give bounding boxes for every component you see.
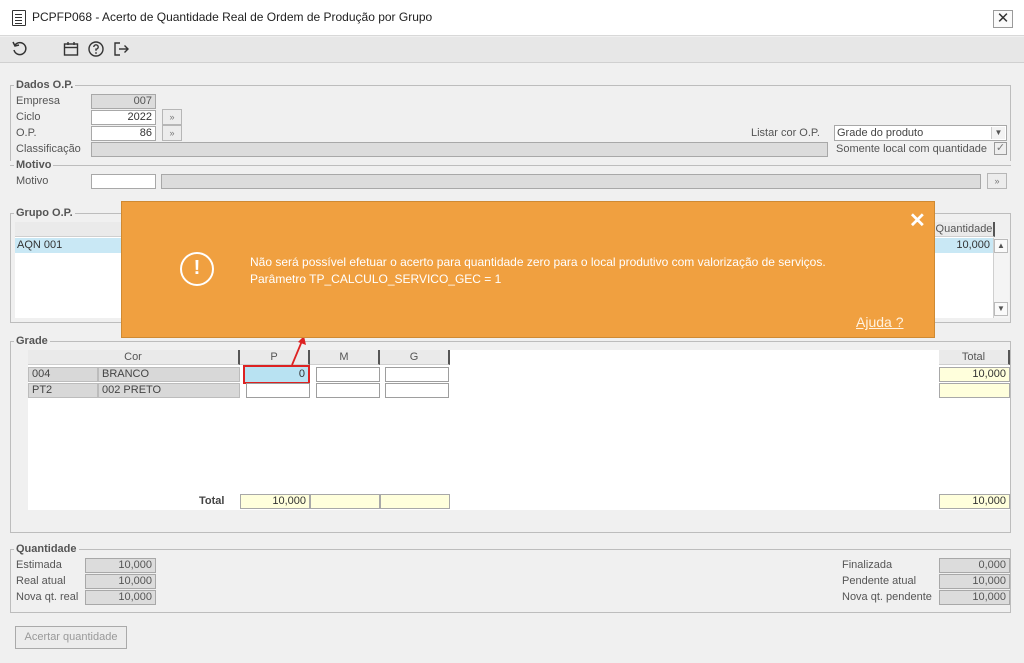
exit-icon[interactable] [112, 40, 130, 58]
toast-message: Não será possível efetuar o acerto para … [250, 255, 826, 286]
motivo-description-field [161, 174, 981, 189]
real-atual-field: 10,000 [85, 574, 156, 589]
motivo-label: Motivo [16, 175, 49, 187]
calendar-icon[interactable] [62, 40, 80, 58]
p-quantity-input[interactable] [246, 383, 310, 398]
nova-real-field: 10,000 [85, 590, 156, 605]
dados-op-legend: Dados O.P. [14, 79, 76, 91]
listar-cor-select[interactable]: Grade do produto ▼ [834, 125, 1007, 141]
acertar-quantidade-button[interactable]: Acertar quantidade [15, 626, 127, 649]
row-code-cell: 004 [28, 367, 98, 382]
row-total-cell: 10,000 [939, 367, 1010, 382]
op-lookup-button[interactable]: » [162, 125, 182, 141]
real-atual-label: Real atual [16, 575, 66, 587]
m-quantity-input[interactable] [316, 367, 380, 382]
finalizada-field: 0,000 [939, 558, 1010, 573]
refresh-icon[interactable] [11, 40, 29, 58]
total-p-cell: 10,000 [240, 494, 310, 509]
motivo-code-field[interactable] [91, 174, 156, 189]
row-name-cell: BRANCO [98, 367, 240, 382]
toast-close-button[interactable]: ✕ [909, 208, 926, 233]
empresa-field: 007 [91, 94, 156, 109]
toolbar [0, 37, 1024, 63]
motivo-legend: Motivo [14, 159, 54, 171]
estimada-label: Estimada [16, 559, 62, 571]
listar-cor-value: Grade do produto [837, 127, 924, 139]
window-title: PCPFP068 - Acerto de Quantidade Real de … [32, 10, 433, 24]
title-bar: PCPFP068 - Acerto de Quantidade Real de … [0, 0, 1024, 36]
grupo-op-legend: Grupo O.P. [14, 207, 75, 219]
total-m-cell [310, 494, 380, 509]
listar-cor-label: Listar cor O.P. [751, 127, 820, 139]
classificacao-field [91, 142, 828, 157]
pendente-label: Pendente atual [842, 575, 917, 587]
classificacao-label: Classificação [16, 143, 81, 155]
g-quantity-input[interactable] [385, 367, 449, 382]
nova-real-label: Nova qt. real [16, 591, 79, 603]
col-header-quantidade: Quantidade [935, 222, 995, 237]
somente-local-checkbox[interactable]: ✓ [994, 142, 1007, 155]
grupo-cell: AQN 001 [17, 239, 63, 251]
window-close-button[interactable]: ✕ [993, 10, 1013, 28]
col-header-g: G [380, 350, 450, 365]
ciclo-lookup-button[interactable]: » [162, 109, 182, 125]
op-field[interactable]: 86 [91, 126, 156, 141]
ciclo-field[interactable]: 2022 [91, 110, 156, 125]
grade-total-label: Total [199, 495, 225, 507]
col-header-total: Total [939, 350, 1010, 365]
total-total-cell: 10,000 [939, 494, 1010, 509]
warning-icon: ! [180, 252, 214, 286]
scroll-down-icon[interactable]: ▼ [994, 302, 1008, 316]
row-code-cell: PT2 [28, 383, 98, 398]
col-header-cor: Cor [28, 350, 240, 365]
toast-help-link[interactable]: Ajuda ? [856, 314, 903, 330]
m-quantity-input[interactable] [316, 383, 380, 398]
document-icon [12, 10, 26, 26]
finalizada-label: Finalizada [842, 559, 893, 571]
total-g-cell [380, 494, 450, 509]
nova-pendente-label: Nova qt. pendente [842, 591, 932, 603]
op-label: O.P. [16, 127, 37, 139]
col-header-m: M [310, 350, 380, 365]
grade-legend: Grade [14, 335, 50, 347]
empresa-label: Empresa [16, 95, 61, 107]
chevron-down-icon: ▼ [991, 127, 1005, 139]
quantidade-legend: Quantidade [14, 543, 79, 555]
estimada-field: 10,000 [85, 558, 156, 573]
row-total-cell [939, 383, 1010, 398]
pendente-field: 10,000 [939, 574, 1010, 589]
motivo-lookup-button[interactable]: » [987, 173, 1007, 189]
g-quantity-input[interactable] [385, 383, 449, 398]
ciclo-label: Ciclo [16, 111, 41, 123]
somente-local-label: Somente local com quantidade [836, 143, 988, 155]
row-name-cell: 002 PRETO [98, 383, 240, 398]
scroll-up-icon[interactable]: ▲ [994, 239, 1008, 253]
grupo-op-scrollbar[interactable]: ▲ ▼ [993, 238, 1009, 318]
error-toast: ! Não será possível efetuar o acerto par… [121, 201, 935, 338]
quantidade-cell: 10,000 [956, 239, 990, 251]
nova-pendente-field: 10,000 [939, 590, 1010, 605]
toast-pointer-arrow [291, 336, 306, 366]
help-icon[interactable] [87, 40, 105, 58]
